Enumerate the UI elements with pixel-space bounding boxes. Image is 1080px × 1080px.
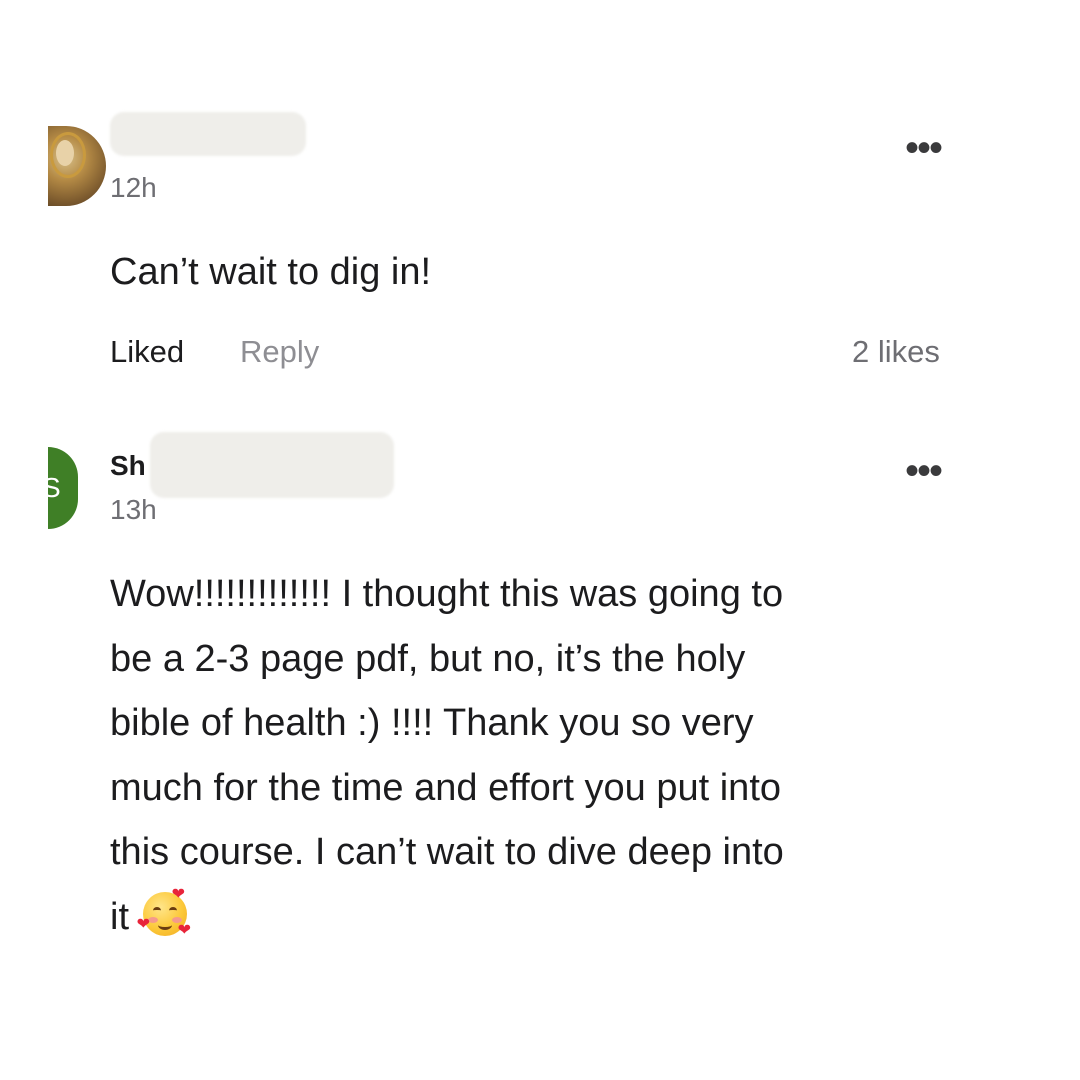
more-options-icon[interactable]: ••• bbox=[905, 451, 943, 491]
likes-count[interactable]: 2 likes bbox=[852, 334, 940, 370]
liked-button[interactable]: Liked bbox=[110, 334, 184, 370]
comment-text-line: much for the time and effort you put int… bbox=[110, 766, 782, 809]
user-avatar-photo[interactable] bbox=[48, 126, 106, 206]
comment-text-last-line: it ❤ ❤ ❤ bbox=[110, 885, 960, 950]
more-options-icon[interactable]: ••• bbox=[905, 128, 943, 168]
comment-text-line: be a 2-3 page pdf, but no, it’s the holy bbox=[110, 637, 746, 680]
redacted-username bbox=[150, 432, 394, 498]
comment-text-line: it bbox=[110, 895, 129, 938]
comment-text: Wow!!!!!!!!!!!!! I thought this was goin… bbox=[110, 562, 960, 950]
comment-timestamp: 13h bbox=[110, 494, 157, 525]
user-avatar-letter[interactable]: S bbox=[48, 447, 78, 529]
avatar-face bbox=[56, 140, 74, 166]
smiling-face-with-hearts-icon: ❤ ❤ ❤ bbox=[136, 885, 191, 939]
comment-text-line: bible of health :) !!!! Thank you so ver… bbox=[110, 702, 754, 745]
comment-timestamp: 12h bbox=[110, 172, 157, 203]
comment-text: Can’t wait to dig in! bbox=[110, 251, 432, 293]
comment-text-line: this course. I can’t wait to dive deep i… bbox=[110, 831, 784, 874]
comment-author-name[interactable]: Sh bbox=[110, 450, 146, 482]
comment-text-line: Wow!!!!!!!!!!!!! I thought this was goin… bbox=[110, 573, 784, 615]
redacted-username bbox=[110, 112, 306, 156]
reply-button[interactable]: Reply bbox=[240, 334, 319, 370]
